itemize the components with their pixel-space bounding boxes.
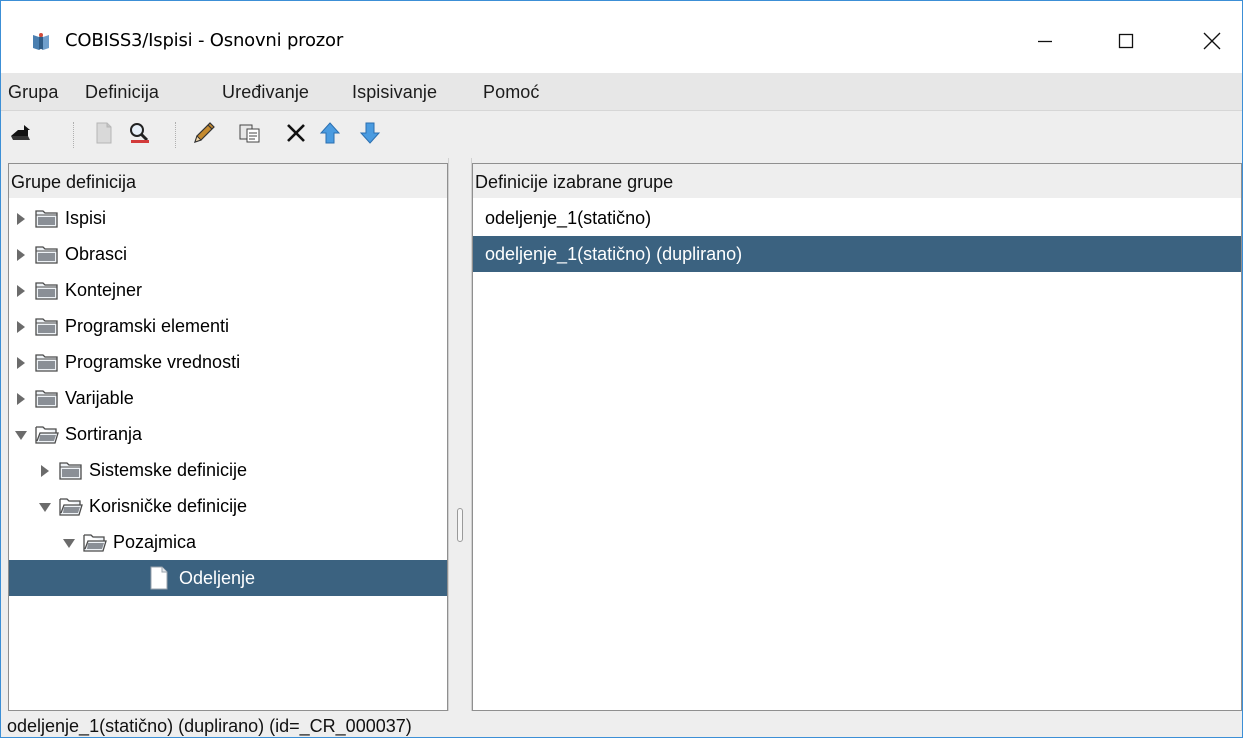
tree-item-sistemske-definicije[interactable]: Sistemske definicije — [9, 452, 447, 488]
folder-icon — [35, 315, 59, 337]
definition-list-item[interactable]: odeljenje_1(statično) — [473, 200, 1241, 236]
tree-item-kontejner[interactable]: Kontejner — [9, 272, 447, 308]
window-title: COBISS3/Ispisi - Osnovni prozor — [65, 30, 344, 51]
tree-item-label: Odeljenje — [179, 568, 256, 588]
tree-item-ispisi[interactable]: Ispisi — [9, 200, 447, 236]
definition-item-label: odeljenje_1(statično) (duplirano) — [485, 244, 743, 264]
title-bar[interactable]: COBISS3/Ispisi - Osnovni prozor — [1, 1, 1242, 73]
main-window: COBISS3/Ispisi - Osnovni prozor Grupa De… — [0, 0, 1243, 738]
close-button[interactable] — [1184, 17, 1240, 65]
group-definitions-header: Definicije izabrane grupe — [473, 164, 1241, 198]
collapse-right-arrow-icon[interactable] — [15, 390, 27, 405]
edit-pencil-icon — [191, 120, 217, 151]
tree-item-label: Programske vrednosti — [65, 352, 241, 372]
collapse-right-arrow-icon[interactable] — [15, 210, 27, 225]
toolbar-separator — [73, 122, 75, 148]
maximize-button[interactable] — [1098, 17, 1154, 65]
tree-item-label: Sistemske definicije — [89, 460, 248, 480]
splitter-grip[interactable] — [457, 508, 463, 542]
collapse-right-arrow-icon[interactable] — [15, 246, 27, 261]
group-definitions-panel: Definicije izabrane grupe odeljenje_1(st… — [472, 163, 1242, 711]
menu-definicija[interactable]: Definicija — [85, 82, 159, 103]
tree-item-korisničke-definicije[interactable]: Korisničke definicije — [9, 488, 447, 524]
toolbar — [1, 112, 1242, 158]
tree-item-label: Obrasci — [65, 244, 128, 264]
tree-item-pozajmica[interactable]: Pozajmica — [9, 524, 447, 560]
cobiss-app-icon — [31, 32, 51, 52]
close-icon — [1203, 32, 1221, 50]
move-down-icon — [359, 121, 381, 150]
tree-item-label: Programski elementi — [65, 316, 230, 336]
exit-door-icon — [8, 122, 32, 149]
copy-button[interactable] — [235, 120, 265, 150]
tree-item-obrasci[interactable]: Obrasci — [9, 236, 447, 272]
folder-icon — [35, 387, 59, 409]
definition-list-item[interactable]: odeljenje_1(statično) (duplirano) — [473, 236, 1241, 272]
collapse-right-arrow-icon[interactable] — [15, 354, 27, 369]
copy-icon — [238, 122, 262, 149]
tree-item-sortiranja[interactable]: Sortiranja — [9, 416, 447, 452]
menu-bar: Grupa Definicija Uređivanje Ispisivanje … — [1, 73, 1242, 111]
move-down-button[interactable] — [355, 120, 385, 150]
document-icon — [149, 566, 169, 590]
tree-item-label: Ispisi — [65, 208, 107, 228]
collapse-right-arrow-icon[interactable] — [15, 282, 27, 297]
tree-item-odeljenje[interactable]: Odeljenje — [9, 560, 447, 596]
move-up-icon — [319, 121, 341, 150]
open-folder-icon — [59, 495, 83, 517]
expand-down-arrow-icon[interactable] — [39, 498, 51, 512]
tree-item-label: Kontejner — [65, 280, 143, 300]
tree-item-programske-vrednosti[interactable]: Programske vrednosti — [9, 344, 447, 380]
new-button[interactable] — [89, 120, 119, 150]
move-up-button[interactable] — [315, 120, 345, 150]
open-folder-icon — [35, 423, 59, 445]
folder-icon — [35, 243, 59, 265]
minimize-button[interactable] — [1017, 17, 1073, 65]
open-folder-icon — [83, 531, 107, 553]
minimize-icon — [1037, 33, 1053, 49]
menu-grupa[interactable]: Grupa — [8, 82, 59, 103]
maximize-icon — [1118, 33, 1134, 49]
folder-icon — [59, 459, 83, 481]
menu-ispisivanje[interactable]: Ispisivanje — [352, 82, 437, 103]
collapse-right-arrow-icon[interactable] — [39, 462, 51, 477]
search-button[interactable] — [125, 120, 155, 150]
folder-icon — [35, 351, 59, 373]
definition-groups-panel: Grupe definicija Ispisi Obrasci Kontejner P… — [8, 163, 448, 711]
definition-groups-header: Grupe definicija — [9, 164, 447, 198]
menu-pomoc[interactable]: Pomoć — [483, 82, 540, 103]
status-text: odeljenje_1(statično) (duplirano) (id=_C… — [7, 716, 412, 736]
tree-item-programski-elementi[interactable]: Programski elementi — [9, 308, 447, 344]
exit-button[interactable] — [5, 120, 35, 150]
tree-item-label: Varijable — [65, 388, 134, 408]
delete-icon — [285, 122, 307, 149]
folder-icon — [35, 207, 59, 229]
search-icon — [128, 121, 152, 150]
tree-item-label: Pozajmica — [113, 532, 197, 552]
split-pane-divider[interactable] — [448, 158, 472, 711]
tree-item-label: Sortiranja — [65, 424, 143, 444]
new-document-icon — [95, 122, 113, 149]
expand-down-arrow-icon[interactable] — [15, 426, 27, 440]
folder-icon — [35, 279, 59, 301]
tree-item-label: Korisničke definicije — [89, 496, 248, 516]
edit-button[interactable] — [189, 120, 219, 150]
expand-down-arrow-icon[interactable] — [63, 534, 75, 548]
menu-uredjivanje[interactable]: Uređivanje — [222, 82, 309, 103]
toolbar-separator — [175, 122, 177, 148]
status-bar: odeljenje_1(statično) (duplirano) (id=_C… — [1, 711, 1242, 737]
collapse-right-arrow-icon[interactable] — [15, 318, 27, 333]
tree-item-varijable[interactable]: Varijable — [9, 380, 447, 416]
delete-button[interactable] — [281, 120, 311, 150]
definition-item-label: odeljenje_1(statično) — [485, 208, 652, 228]
